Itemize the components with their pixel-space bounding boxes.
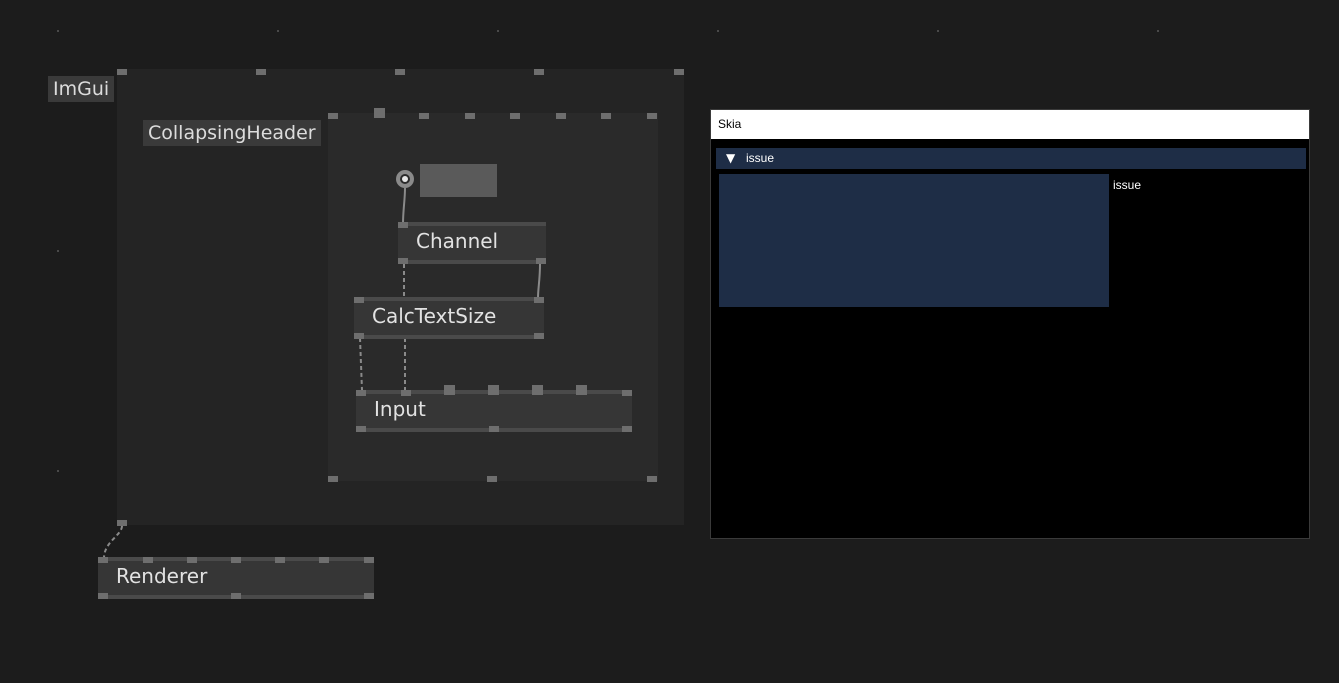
renderer-node[interactable]: Renderer (98, 557, 374, 599)
channel-node-title: Channel (416, 229, 499, 253)
input-node[interactable]: Input (356, 385, 632, 432)
wire-imgui-to-renderer (103, 525, 123, 559)
text-input-area[interactable] (719, 174, 1109, 307)
collapsing-header-label: issue (746, 151, 775, 165)
wire-pad-to-channel (402, 187, 406, 225)
skia-titlebar[interactable]: Skia (711, 110, 1309, 139)
collapse-arrow-icon[interactable]: ▼ (726, 151, 735, 165)
skia-window-title: Skia (718, 117, 742, 131)
wire-calctextsize-to-input-1 (359, 337, 363, 391)
calctextsize-node-title: CalcTextSize (372, 304, 497, 328)
calctextsize-node[interactable]: CalcTextSize (354, 297, 544, 339)
renderer-node-title: Renderer (116, 564, 208, 588)
wire-channel-to-calctextsize (537, 263, 541, 299)
skia-window[interactable]: Skia ▼ issue issue (710, 109, 1310, 539)
collapsing-header[interactable]: ▼ issue (716, 148, 1306, 169)
text-input-label: issue (1113, 178, 1142, 192)
input-node-title: Input (374, 397, 426, 421)
channel-node[interactable]: Channel (398, 222, 546, 264)
